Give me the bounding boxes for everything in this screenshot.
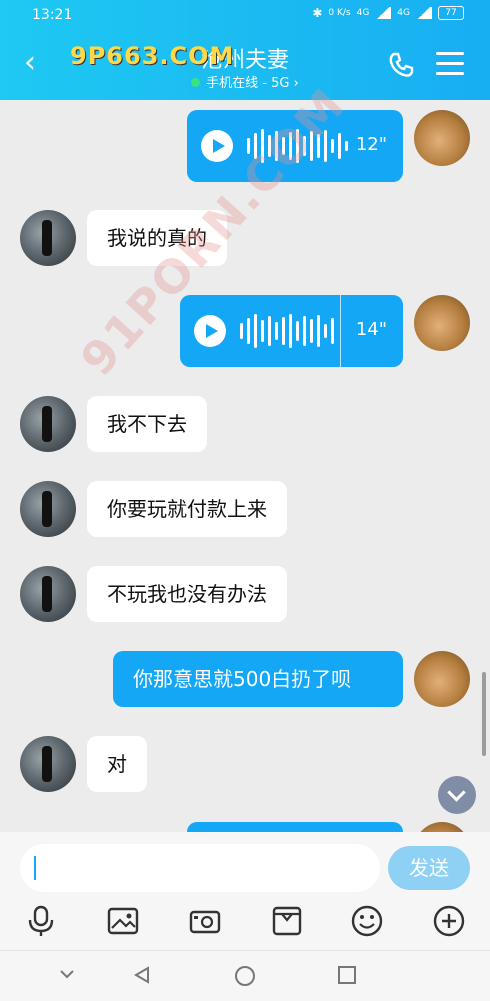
- nav-hide-icon[interactable]: [58, 965, 76, 983]
- bluetooth-icon: ✱: [312, 6, 323, 20]
- image-icon[interactable]: [106, 904, 140, 938]
- network-type-2: 4G: [397, 8, 410, 18]
- send-button[interactable]: 发送: [388, 846, 470, 890]
- message-input[interactable]: [20, 844, 380, 892]
- text-message[interactable]: 我不下去: [87, 396, 207, 452]
- online-status-text: 手机在线 - 5G: [206, 76, 290, 91]
- nav-back-icon[interactable]: [132, 965, 152, 985]
- avatar-contact[interactable]: [20, 210, 76, 266]
- avatar-contact[interactable]: [20, 481, 76, 537]
- avatar-contact[interactable]: [20, 736, 76, 792]
- network-type-1: 4G: [356, 8, 370, 18]
- network-speed: 0 K/s: [328, 8, 351, 18]
- text-message[interactable]: 不玩我也没有办法: [87, 566, 287, 622]
- scroll-down-button[interactable]: [438, 776, 476, 814]
- phone-icon[interactable]: [386, 50, 416, 80]
- nav-recents-icon[interactable]: [337, 965, 357, 985]
- avatar-contact[interactable]: [20, 566, 76, 622]
- watermark-logo: 9P663.COM: [70, 42, 235, 70]
- text-message[interactable]: 你要玩就付款上来: [87, 481, 287, 537]
- emoji-icon[interactable]: [350, 904, 384, 938]
- text-caret: [34, 856, 36, 880]
- play-icon[interactable]: [201, 130, 233, 162]
- waveform: [240, 313, 334, 349]
- input-bar: 发送: [0, 832, 490, 950]
- nav-home-icon[interactable]: [234, 965, 256, 987]
- avatar-self[interactable]: [414, 295, 470, 351]
- status-icons: ✱ 0 K/s 4G 4G 77: [312, 6, 464, 20]
- signal-icon-2: [416, 7, 432, 19]
- status-bar: 13:21 ✱ 0 K/s 4G 4G 77: [0, 0, 490, 30]
- voice-duration: 12": [355, 134, 387, 155]
- avatar-contact[interactable]: [20, 396, 76, 452]
- system-nav-bar: [0, 950, 490, 1001]
- text-message[interactable]: 你那意思就500白扔了呗: [113, 651, 403, 707]
- avatar-self[interactable]: [414, 651, 470, 707]
- battery-icon: 77: [438, 6, 464, 20]
- voice-duration: 14": [355, 319, 387, 340]
- plus-icon[interactable]: [432, 904, 466, 938]
- chat-header: 13:21 ✱ 0 K/s 4G 4G 77 ‹ 沧州夫妻 手机在线 - 5G …: [0, 0, 490, 100]
- playback-position: [340, 295, 341, 367]
- menu-icon[interactable]: [436, 52, 464, 76]
- chevron-right-icon: ›: [293, 76, 299, 91]
- avatar-self[interactable]: [414, 110, 470, 166]
- folder-icon[interactable]: [270, 904, 304, 938]
- camera-icon[interactable]: [188, 904, 222, 938]
- signal-icon: [375, 7, 392, 19]
- online-status[interactable]: 手机在线 - 5G ›: [0, 72, 490, 91]
- avatar-self[interactable]: [414, 822, 470, 832]
- text-message[interactable]: 对: [87, 736, 147, 792]
- mic-icon[interactable]: [24, 904, 58, 938]
- voice-message-partial[interactable]: [187, 822, 403, 832]
- play-icon[interactable]: [194, 315, 226, 347]
- scrollbar[interactable]: [482, 672, 486, 756]
- clock: 13:21: [32, 7, 73, 23]
- online-dot-icon: [191, 78, 201, 87]
- voice-message[interactable]: 14": [180, 295, 403, 367]
